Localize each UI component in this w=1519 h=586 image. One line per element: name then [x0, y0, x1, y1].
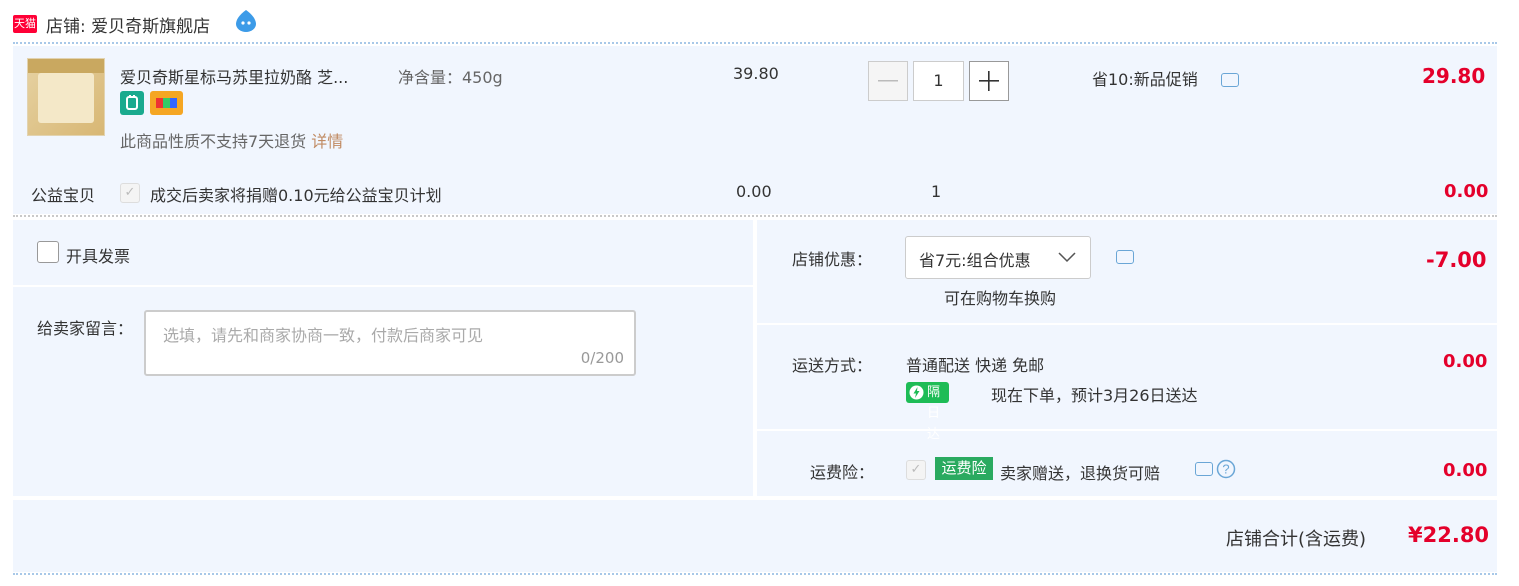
charity-price: 0.00 [736, 182, 772, 201]
insurance-checkbox: ✓ [906, 460, 926, 480]
product-spec: 净含量：450g [398, 68, 503, 87]
shipping-eta: 现在下单，预计3月26日送达 [991, 386, 1198, 405]
item-subtotal: 29.80 [1422, 64, 1486, 88]
insurance-label: 运费险： [810, 463, 875, 482]
discount-comment-icon[interactable] [1116, 250, 1134, 264]
shop-total-label: 店铺合计(含运费) [1226, 529, 1367, 550]
divider [13, 573, 1497, 575]
divider [757, 429, 1497, 431]
product-thumbnail[interactable] [27, 58, 105, 136]
seller-message-textarea[interactable]: 选填，请先和商家协商一致，付款后商家可见 0/200 [144, 310, 636, 376]
invoice-label[interactable]: 开具发票 [66, 243, 130, 267]
shop-title[interactable]: 店铺: 爱贝奇斯旗舰店 [46, 12, 210, 37]
message-placeholder: 选填，请先和商家协商一致，付款后商家可见 [163, 326, 484, 345]
quantity-stepper: 1 [868, 61, 1011, 101]
quantity-input[interactable]: 1 [913, 61, 964, 101]
insurance-comment-icon[interactable] [1195, 462, 1213, 476]
charity-text: 成交后卖家将捐赠0.10元给公益宝贝计划 [150, 186, 442, 205]
decrease-button[interactable] [868, 61, 908, 101]
return-note: 此商品性质不支持7天退货 [120, 132, 307, 151]
discount-amount: -7.00 [1426, 248, 1487, 272]
shipping-amount: 0.00 [1443, 351, 1488, 372]
product-name-link[interactable]: 爱贝奇斯星标马苏里拉奶酪 芝... [120, 64, 348, 88]
discount-note: 可在购物车换购 [944, 289, 1057, 308]
lightning-icon [909, 385, 924, 400]
insurance-amount: 0.00 [1443, 460, 1488, 481]
divider [757, 323, 1497, 325]
insurance-tag: 运费险 [935, 457, 993, 480]
insurance-text: 卖家赠送，退换货可赔 [1000, 464, 1161, 483]
divider [13, 285, 753, 287]
help-icon[interactable]: ? [1216, 459, 1236, 479]
discount-label: 店铺优惠： [792, 250, 873, 269]
charity-label: 公益宝贝 [31, 186, 96, 205]
tmall-logo: 天猫 [13, 15, 37, 33]
charity-subtotal: 0.00 [1444, 181, 1489, 202]
plus-icon [979, 71, 999, 91]
shop-total-amount: ¥22.80 [1408, 523, 1490, 547]
next-day-badge: 隔日达 [906, 382, 949, 442]
chevron-down-icon [1058, 252, 1076, 263]
divider [13, 42, 1497, 44]
promo-text: 省10:新品促销 [1092, 70, 1198, 89]
divider [13, 215, 1497, 217]
discount-selected-value: 省7元:组合优惠 [919, 251, 1031, 270]
shipping-label: 运送方式： [792, 356, 873, 375]
service-badge-icon[interactable] [120, 91, 144, 115]
charity-checkbox: ✓ [120, 183, 140, 203]
credit-card-badge-icon[interactable] [150, 91, 183, 115]
svg-text:?: ? [1222, 462, 1229, 477]
unit-price: 39.80 [733, 64, 779, 83]
increase-button[interactable] [969, 61, 1009, 101]
promo-comment-icon[interactable] [1221, 73, 1239, 87]
invoice-checkbox[interactable] [37, 241, 59, 263]
discount-select[interactable]: 省7元:组合优惠 [905, 236, 1091, 279]
charity-quantity: 1 [931, 182, 942, 201]
minus-icon [878, 80, 898, 82]
wangwang-chat-icon[interactable] [233, 9, 259, 33]
message-counter: 0/200 [580, 349, 624, 367]
message-label: 给卖家留言： [37, 319, 134, 338]
shipping-method: 普通配送 快递 免邮 [906, 356, 1045, 375]
return-details-link[interactable]: 详情 [311, 132, 343, 151]
